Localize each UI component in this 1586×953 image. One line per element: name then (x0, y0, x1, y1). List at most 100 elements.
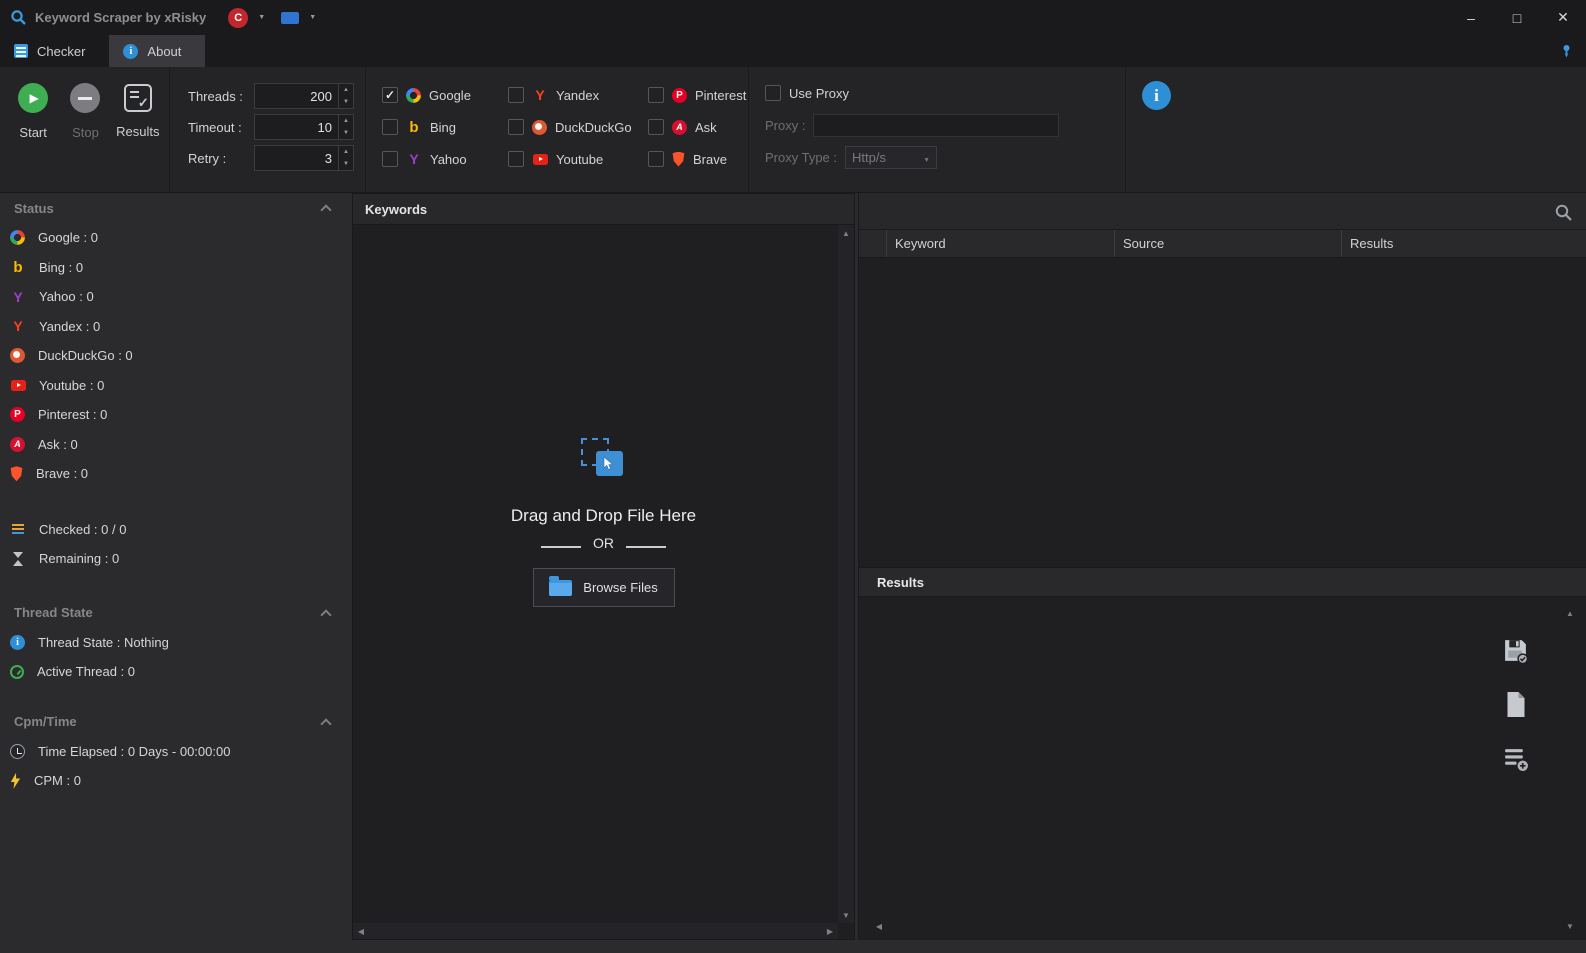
column-header-keyword[interactable]: Keyword (887, 230, 1115, 257)
add-to-list-button[interactable] (1500, 743, 1530, 773)
copy-file-button[interactable] (1500, 689, 1530, 719)
pinterest-icon (672, 88, 687, 103)
badge-dropdown-caret-icon[interactable] (258, 14, 265, 21)
scroll-down-icon[interactable] (838, 907, 854, 923)
thread-state-title: Thread State (14, 605, 93, 620)
engine-checkbox[interactable] (508, 87, 524, 103)
spin-up-icon[interactable] (339, 84, 353, 96)
results-checklist-icon (124, 84, 152, 112)
scroll-up-icon[interactable] (838, 225, 854, 241)
collapse-chevron-icon[interactable] (320, 718, 331, 729)
spin-up-icon[interactable] (339, 146, 353, 158)
thread-item-label: Active Thread : 0 (37, 664, 135, 679)
duckduckgo-icon (532, 120, 547, 135)
status-item: Google : 0 (0, 223, 350, 253)
proxy-input[interactable] (813, 114, 1059, 137)
engine-label: DuckDuckGo (555, 120, 632, 135)
status-item: Yandex : 0 (0, 312, 350, 342)
google-icon (406, 88, 421, 103)
file-drop-zone[interactable]: Drag and Drop File Here OR Browse Files (353, 438, 854, 607)
info-icon (123, 44, 138, 59)
engine-item: Youtube (508, 151, 622, 167)
engine-checkbox[interactable] (382, 87, 398, 103)
proxy-type-label: Proxy Type : (765, 150, 837, 165)
proxy-type-value: Http/s (852, 150, 917, 165)
threads-spinner (338, 84, 353, 108)
collapse-chevron-icon[interactable] (320, 609, 331, 620)
threads-row: Threads : (188, 83, 365, 109)
engine-checkbox[interactable] (648, 151, 664, 167)
status-item: Ask : 0 (0, 430, 350, 460)
toolbar-empty-area (1126, 67, 1586, 192)
spin-down-icon[interactable] (339, 158, 353, 170)
engine-checkbox[interactable] (382, 119, 398, 135)
pin-button[interactable] (1556, 41, 1576, 61)
engine-checkbox[interactable] (648, 119, 664, 135)
results-search-bar (859, 193, 1586, 230)
retry-row: Retry : (188, 145, 365, 171)
proxy-type-select[interactable]: Http/s (845, 146, 937, 169)
youtube-icon (532, 151, 548, 167)
engine-checkbox[interactable] (382, 151, 398, 167)
column-header-results[interactable]: Results (1342, 230, 1586, 257)
use-proxy-label: Use Proxy (789, 86, 849, 101)
stop-button[interactable]: Stop (62, 83, 108, 192)
search-button[interactable] (1552, 201, 1574, 223)
results-output-area (859, 597, 1586, 940)
results-button[interactable]: Results (115, 83, 161, 192)
spin-down-icon[interactable] (339, 96, 353, 108)
timeout-input[interactable] (255, 115, 338, 139)
status-item-label: Pinterest : 0 (38, 407, 107, 422)
minimize-button[interactable]: – (1448, 0, 1494, 35)
settings-fields-group: Threads : Timeout : (170, 67, 366, 192)
tab-about[interactable]: About (109, 35, 205, 67)
scroll-down-icon[interactable] (1562, 918, 1578, 934)
gauge-icon (10, 665, 24, 679)
save-results-button[interactable] (1500, 635, 1530, 665)
youtube-icon (10, 377, 26, 393)
status-sidebar: Status Google : 0 Bing : 0 Yahoo : 0 (0, 193, 350, 940)
engine-checkbox[interactable] (508, 119, 524, 135)
engine-checkbox[interactable] (648, 87, 664, 103)
proxy-label: Proxy : (765, 118, 805, 133)
flag-dropdown-caret-icon[interactable] (309, 14, 316, 21)
status-item: DuckDuckGo : 0 (0, 341, 350, 371)
start-button[interactable]: Start (10, 83, 56, 192)
horizontal-scrollbar (353, 923, 838, 939)
engine-label: Ask (695, 120, 717, 135)
status-item: Bing : 0 (0, 253, 350, 283)
counter-item-label: Remaining : 0 (39, 551, 119, 566)
spin-down-icon[interactable] (339, 127, 353, 139)
thread-item: Thread State : Nothing (0, 628, 350, 658)
scroll-left-icon[interactable] (871, 918, 887, 934)
language-flag-icon[interactable] (281, 12, 299, 24)
results-table-body (859, 258, 1586, 567)
close-button[interactable]: ✕ (1540, 0, 1586, 35)
tab-checker[interactable]: Checker (0, 35, 109, 67)
drag-drop-icon (581, 438, 627, 480)
bolt-icon (10, 773, 21, 789)
collapse-chevron-icon[interactable] (320, 204, 331, 215)
status-item-label: DuckDuckGo : 0 (38, 348, 133, 363)
cpm-time-list: Time Elapsed : 0 Days - 00:00:00 CPM : 0 (0, 737, 350, 796)
stop-label: Stop (72, 125, 99, 140)
column-header-source[interactable]: Source (1115, 230, 1342, 257)
maximize-button[interactable]: □ (1494, 0, 1540, 35)
info-button[interactable] (1142, 81, 1171, 110)
retry-input[interactable] (255, 146, 338, 170)
engine-item: Yahoo (382, 151, 482, 167)
spin-up-icon[interactable] (339, 115, 353, 127)
scroll-left-icon[interactable] (353, 923, 369, 939)
thread-item-label: Thread State : Nothing (38, 635, 169, 650)
scroll-up-icon[interactable] (1562, 605, 1578, 621)
use-proxy-checkbox[interactable] (765, 85, 781, 101)
brave-icon (672, 152, 685, 167)
threads-input[interactable] (255, 84, 338, 108)
engine-checkbox[interactable] (508, 151, 524, 167)
drop-zone-text: Drag and Drop File Here (511, 506, 696, 526)
brand-badge-icon[interactable]: C (228, 8, 248, 28)
browse-files-button[interactable]: Browse Files (533, 568, 675, 607)
scroll-right-icon[interactable] (822, 923, 838, 939)
status-item-label: Google : 0 (38, 230, 98, 245)
info-icon (10, 635, 25, 650)
